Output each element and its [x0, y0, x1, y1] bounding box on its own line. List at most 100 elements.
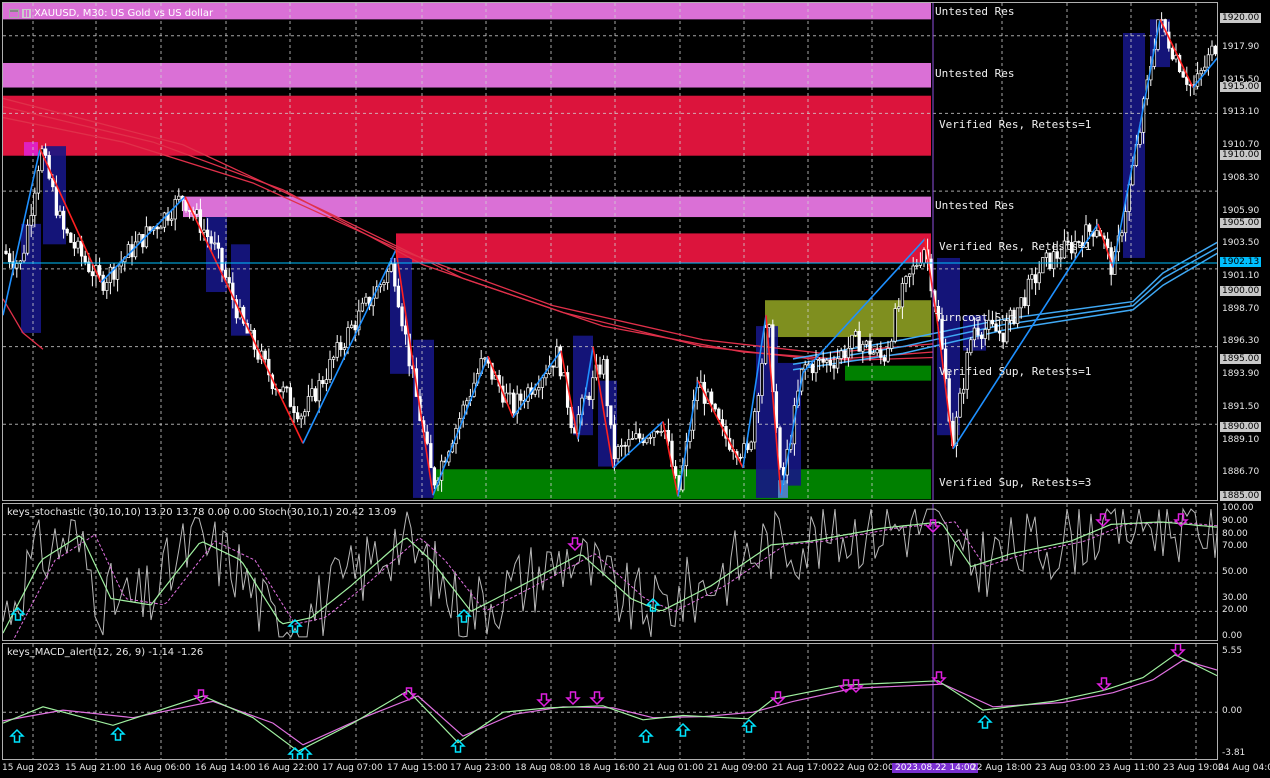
- candle-body: [832, 364, 836, 369]
- candle-body: [292, 406, 296, 413]
- candle-body: [83, 255, 87, 263]
- candle-body: [295, 412, 300, 420]
- stochastic-tick-label: 20.00: [1222, 605, 1248, 616]
- pattern-box: [573, 335, 593, 436]
- time-axis[interactable]: 15 Aug 2023 15 Aug 21:00 16 Aug 06:00 16 Au…: [0, 760, 1270, 778]
- candle-body: [223, 269, 228, 278]
- window-menu-icon[interactable]: [9, 9, 19, 18]
- candle-body: [342, 347, 347, 350]
- candle-body: [958, 392, 962, 418]
- macd-title: keys_MACD_alert(12, 26, 9) -1.14 -1.26: [7, 647, 204, 658]
- candle-body: [979, 334, 984, 339]
- candle-body: [1206, 54, 1211, 68]
- candle-body: [148, 226, 152, 231]
- candle-body: [598, 364, 602, 375]
- candle-body: [159, 226, 163, 230]
- candle-body: [637, 433, 642, 439]
- time-tick-label: 22 Aug 18:00: [971, 763, 1032, 773]
- candle-body: [61, 210, 66, 230]
- stochastic-canvas[interactable]: [3, 504, 1218, 641]
- stochastic-tick-label: 0.00: [1222, 630, 1243, 641]
- zigzag-segment: [612, 420, 664, 469]
- zone-untested: [183, 196, 931, 218]
- macd-main-line: [3, 654, 1217, 753]
- price-tick-label: 1913.10: [1222, 107, 1260, 118]
- candle-body: [389, 263, 393, 272]
- price-tick-label: 1891.50: [1222, 401, 1260, 412]
- sell-arrow-icon: [1096, 677, 1112, 692]
- candle-body: [72, 242, 77, 249]
- candle-body: [540, 377, 545, 388]
- candle-body: [335, 342, 339, 358]
- candle-body: [321, 380, 325, 384]
- candle-body: [432, 467, 437, 486]
- candle-body: [155, 226, 159, 230]
- candle-body: [137, 234, 141, 243]
- price-tick-label: 1901.10: [1222, 271, 1260, 282]
- candle-body: [162, 212, 167, 228]
- price-tick-label: 1900.00: [1220, 286, 1262, 297]
- price-tick-label: 1910.00: [1220, 149, 1262, 160]
- candle-body: [551, 365, 555, 368]
- candle-body: [1037, 272, 1041, 284]
- candle-body: [994, 323, 998, 332]
- candle-body: [1019, 297, 1023, 309]
- price-tick-label: 1903.50: [1222, 238, 1260, 249]
- candle-body: [324, 379, 329, 384]
- candle-body: [814, 359, 818, 374]
- main-price-panel[interactable]: XAUUSD, M30: US Gold vs US dollar Untest…: [2, 2, 1218, 501]
- candle-body: [396, 285, 401, 308]
- stochastic-panel[interactable]: keys_stochastic (30,10,10) 13.20 13.78 0…: [2, 503, 1218, 641]
- candle-body: [1030, 274, 1034, 280]
- candle-body: [904, 276, 908, 284]
- candle-body: [1123, 211, 1128, 234]
- macd-panel[interactable]: keys_MACD_alert(12, 26, 9) -1.14 -1.26: [2, 643, 1218, 760]
- time-tick-label: 21 Aug 17:00: [772, 763, 833, 773]
- price-tick-label: 1920.00: [1220, 13, 1262, 24]
- candle-body: [889, 340, 894, 349]
- candle-body: [1044, 252, 1049, 258]
- macd-canvas[interactable]: [3, 644, 1218, 760]
- candle-body: [1015, 307, 1020, 324]
- candle-body: [173, 199, 177, 220]
- stochastic-scale[interactable]: 100.00 90.00 80.00 70.00 50.00 30.00 20.00 0.00: [1218, 503, 1270, 641]
- price-tick-label: 1898.70: [1222, 303, 1260, 314]
- candle-body: [58, 210, 62, 216]
- candle-body: [306, 396, 311, 412]
- buy-arrow-icon: [638, 728, 654, 743]
- candle-body: [76, 240, 80, 249]
- macd-scale[interactable]: 5.55 0.00 -3.81: [1218, 643, 1270, 760]
- candle-body: [1041, 257, 1045, 274]
- candle-body: [652, 430, 656, 438]
- candle-body: [997, 330, 1002, 334]
- price-scale[interactable]: 1920.00 1917.90 1915.50 1915.00 1913.10 1910.…: [1218, 2, 1270, 501]
- candle-body: [1181, 71, 1185, 78]
- zone-verified-res: [396, 233, 931, 264]
- candle-body: [69, 232, 73, 243]
- candle-body: [868, 340, 872, 355]
- candle-body: [133, 241, 138, 258]
- candle-body: [288, 387, 293, 407]
- candle-body: [1203, 66, 1207, 71]
- candle-body: [972, 327, 977, 341]
- candle-body: [1138, 131, 1142, 145]
- zigzag-segment: [184, 196, 304, 444]
- buy-arrow-icon: [977, 714, 993, 729]
- candle-body: [871, 352, 876, 355]
- buy-arrow-icon: [9, 728, 25, 743]
- candle-body: [429, 443, 433, 469]
- candle-body: [115, 265, 120, 280]
- candle-body: [922, 249, 926, 264]
- candle-body: [169, 218, 174, 221]
- price-tick-label: 1917.90: [1222, 41, 1260, 52]
- zone-label: Verified Sup, Retests=3: [939, 476, 1092, 490]
- candle-body: [544, 373, 548, 379]
- candle-body: [587, 395, 591, 400]
- candle-body: [465, 400, 469, 406]
- candle-body: [976, 327, 980, 336]
- candle-body: [1005, 320, 1009, 343]
- candle-body: [7, 253, 12, 263]
- candle-body: [843, 350, 847, 359]
- chart-window: XAUUSD, M30: US Gold vs US dollar Untest…: [0, 0, 1270, 778]
- sell-arrow-icon: [193, 689, 209, 704]
